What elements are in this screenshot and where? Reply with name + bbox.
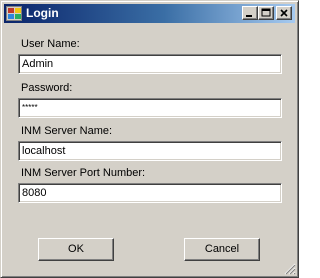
login-dialog: Login User Name: Admin Password: ***** I… [0, 0, 299, 278]
minimize-button[interactable] [242, 6, 258, 20]
ok-button[interactable]: OK [38, 238, 114, 261]
close-icon [280, 9, 288, 17]
maximize-icon [261, 8, 271, 17]
username-label: User Name: [21, 38, 80, 50]
close-button[interactable] [276, 6, 292, 20]
cancel-button[interactable]: Cancel [184, 238, 260, 261]
resize-grip-icon[interactable] [284, 263, 296, 275]
title-bar[interactable]: Login [4, 4, 295, 23]
icon-cell [8, 14, 14, 19]
server-port-label: INM Server Port Number: [21, 167, 146, 179]
username-field[interactable]: Admin [18, 54, 282, 74]
minimize-icon [246, 15, 252, 17]
icon-cell [15, 8, 21, 13]
server-port-field[interactable]: 8080 [18, 183, 282, 203]
icon-cell [15, 14, 21, 19]
password-field[interactable]: ***** [18, 98, 282, 118]
window-title: Login [26, 6, 59, 20]
server-name-label: INM Server Name: [21, 125, 113, 137]
maximize-button[interactable] [258, 6, 274, 20]
server-name-field[interactable]: localhost [18, 141, 282, 161]
icon-cell [8, 8, 14, 13]
password-label: Password: [21, 82, 73, 94]
app-window-icon[interactable] [6, 6, 22, 21]
